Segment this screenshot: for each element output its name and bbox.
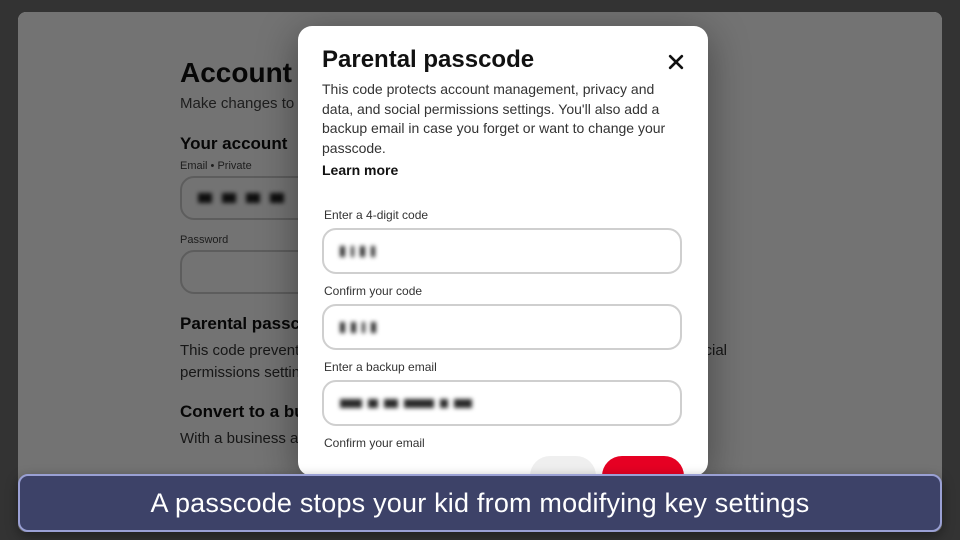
code-input[interactable] [322,228,682,274]
save-button[interactable] [602,456,684,476]
modal-title: Parental passcode [322,46,684,74]
modal-description: This code protects account management, p… [322,80,684,158]
page-frame: Account management Make changes to your … [18,12,942,532]
modal-footer [298,456,708,476]
redacted-text [340,246,375,257]
modal-body[interactable]: Enter a 4-digit code Confirm your code E… [298,186,708,456]
close-button[interactable] [662,48,690,76]
code-label: Enter a 4-digit code [324,208,696,222]
redacted-text [340,322,376,333]
close-icon [666,52,686,72]
confirm-email-label: Confirm your email [324,436,696,450]
redacted-text [340,399,472,408]
caption-text: A passcode stops your kid from modifying… [151,488,810,519]
cancel-button[interactable] [530,456,596,476]
caption-bar: A passcode stops your kid from modifying… [18,474,942,532]
parental-passcode-modal: Parental passcode This code protects acc… [298,26,708,476]
backup-email-input[interactable] [322,380,682,426]
confirm-code-input[interactable] [322,304,682,350]
backup-email-label: Enter a backup email [324,360,696,374]
confirm-code-label: Confirm your code [324,284,696,298]
modal-header: Parental passcode This code protects acc… [298,26,708,180]
learn-more-link[interactable]: Learn more [322,162,398,178]
